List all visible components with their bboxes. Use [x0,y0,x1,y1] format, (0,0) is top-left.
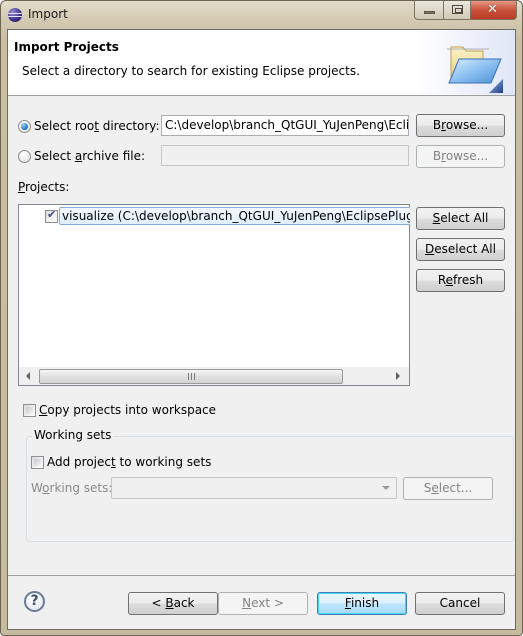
footer-separator [8,575,515,576]
working-sets-dropdown[interactable] [111,477,397,499]
window-title: Import [28,7,68,21]
scroll-left-icon[interactable] [26,372,30,380]
refresh-button[interactable]: Refresh [416,269,505,292]
projects-list[interactable]: visualize (C:\develop\branch_QtGUI_YuJen… [18,204,410,386]
archive-file-label[interactable]: Select archive file: [34,149,145,163]
grip-icon [188,373,195,380]
eclipse-icon [8,8,22,22]
maximize-button[interactable] [443,1,471,20]
wizard-header: Import Projects Select a directory to se… [8,30,515,96]
minimize-icon [424,11,435,14]
copy-projects-checkbox[interactable] [23,404,36,417]
add-to-working-sets-checkbox[interactable] [31,456,44,469]
archive-file-input[interactable] [161,145,409,166]
add-to-working-sets-label[interactable]: Add project to working sets [47,455,211,469]
select-all-button[interactable]: Select All [416,207,505,230]
title-bar[interactable]: Import ✕ [1,1,522,29]
select-working-sets-button[interactable]: Select... [403,477,493,500]
back-button[interactable]: < Back [128,592,218,615]
chevron-down-icon [382,486,390,490]
scroll-right-icon[interactable] [396,372,400,380]
archive-file-radio[interactable] [18,150,31,163]
project-checkbox[interactable] [45,208,58,223]
root-directory-input[interactable]: C:\develop\branch_QtGUI_YuJenPeng\Eclip [161,115,409,136]
root-directory-label[interactable]: Select root directory: [34,119,160,133]
working-sets-legend: Working sets [32,428,114,442]
help-icon: ? [30,593,39,609]
projects-label: Projects: [18,180,70,194]
next-button[interactable]: Next > [218,592,308,615]
browse-archive-button[interactable]: Browse... [416,145,505,168]
checkbox-fill [26,407,33,414]
close-button[interactable]: ✕ [470,1,517,20]
cancel-button[interactable]: Cancel [415,592,505,615]
browse-root-button[interactable]: Browse... [416,114,505,137]
horizontal-scrollbar[interactable] [19,367,409,385]
close-icon: ✕ [487,2,498,17]
copy-projects-label[interactable]: Copy projects into workspace [39,403,216,417]
folder-open-icon [447,46,503,93]
deselect-all-button[interactable]: Deselect All [416,238,505,261]
checkbox-fill [34,459,41,466]
dialog-client-area: Import Projects Select a directory to se… [7,29,516,630]
maximize-icon [452,5,463,14]
import-dialog-window: Import ✕ Import Projects Select a direct… [0,0,523,636]
page-description: Select a directory to search for existin… [22,64,360,78]
project-item-label[interactable]: visualize (C:\develop\branch_QtGUI_YuJen… [59,207,410,225]
finish-button[interactable]: Finish [317,592,407,615]
scrollbar-thumb[interactable] [39,369,343,384]
page-title: Import Projects [14,40,119,54]
help-button[interactable]: ? [24,591,45,612]
working-sets-field-label: Working sets: [31,481,113,495]
root-directory-radio[interactable] [18,120,31,133]
minimize-button[interactable] [414,1,444,20]
